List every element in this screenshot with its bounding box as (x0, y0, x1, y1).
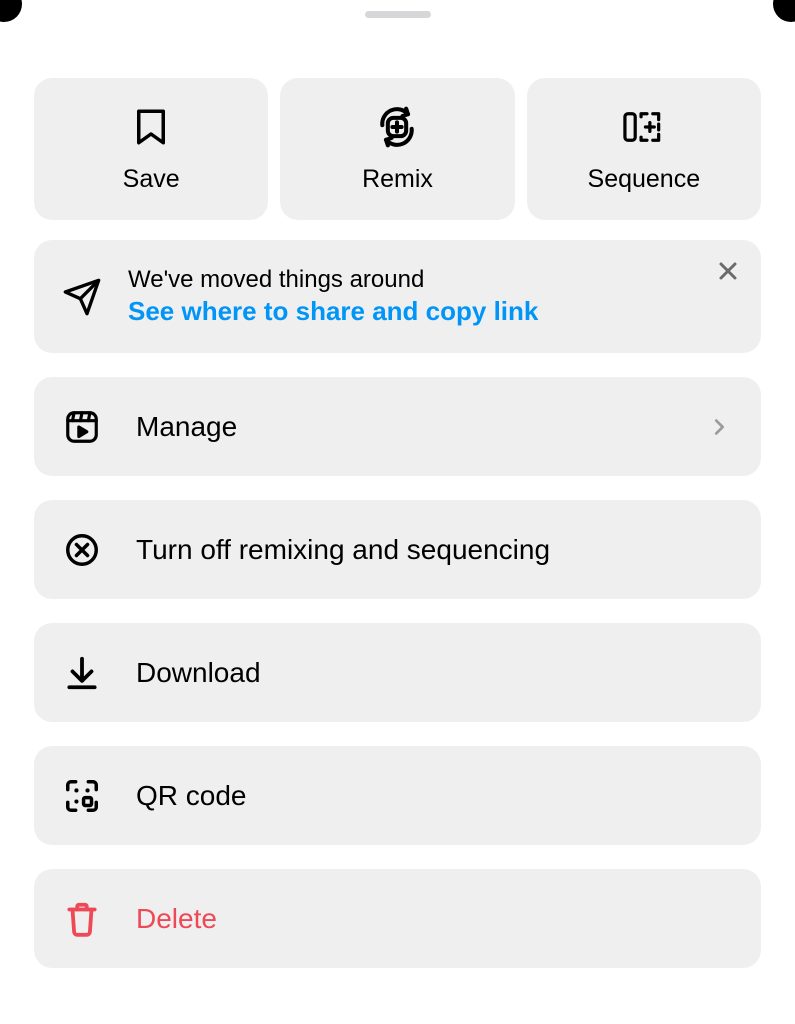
manage-icon (62, 407, 102, 447)
qrcode-icon (62, 776, 102, 816)
action-sheet: Save Remix (0, 0, 795, 1024)
top-actions-row: Save Remix (34, 78, 761, 220)
download-row[interactable]: Download (34, 623, 761, 722)
corner-decoration (0, 0, 22, 22)
save-label: Save (123, 165, 180, 194)
banner-title: We've moved things around (128, 266, 733, 294)
sequence-tile[interactable]: Sequence (527, 78, 761, 220)
manage-row[interactable]: Manage (34, 377, 761, 476)
send-icon (62, 277, 102, 317)
qrcode-row[interactable]: QR code (34, 746, 761, 845)
options-list: Manage Turn off remixing and sequencing (34, 377, 761, 968)
info-banner: We've moved things around See where to s… (34, 240, 761, 353)
close-icon[interactable] (713, 256, 743, 286)
sequence-label: Sequence (588, 165, 701, 194)
turnoff-label: Turn off remixing and sequencing (136, 534, 733, 566)
trash-icon (62, 899, 102, 939)
qrcode-label: QR code (136, 780, 733, 812)
sheet-grabber[interactable] (365, 11, 431, 18)
delete-row[interactable]: Delete (34, 869, 761, 968)
remix-label: Remix (362, 165, 433, 194)
bookmark-icon (129, 105, 173, 149)
circle-x-icon (62, 530, 102, 570)
delete-label: Delete (136, 903, 733, 935)
download-label: Download (136, 657, 733, 689)
turnoff-remix-row[interactable]: Turn off remixing and sequencing (34, 500, 761, 599)
chevron-right-icon (705, 413, 733, 441)
download-icon (62, 653, 102, 693)
sequence-icon (622, 105, 666, 149)
banner-text: We've moved things around See where to s… (128, 266, 733, 327)
remix-tile[interactable]: Remix (280, 78, 514, 220)
banner-link[interactable]: See where to share and copy link (128, 296, 733, 327)
save-tile[interactable]: Save (34, 78, 268, 220)
manage-label: Manage (136, 411, 671, 443)
corner-decoration (773, 0, 795, 22)
remix-icon (375, 105, 419, 149)
